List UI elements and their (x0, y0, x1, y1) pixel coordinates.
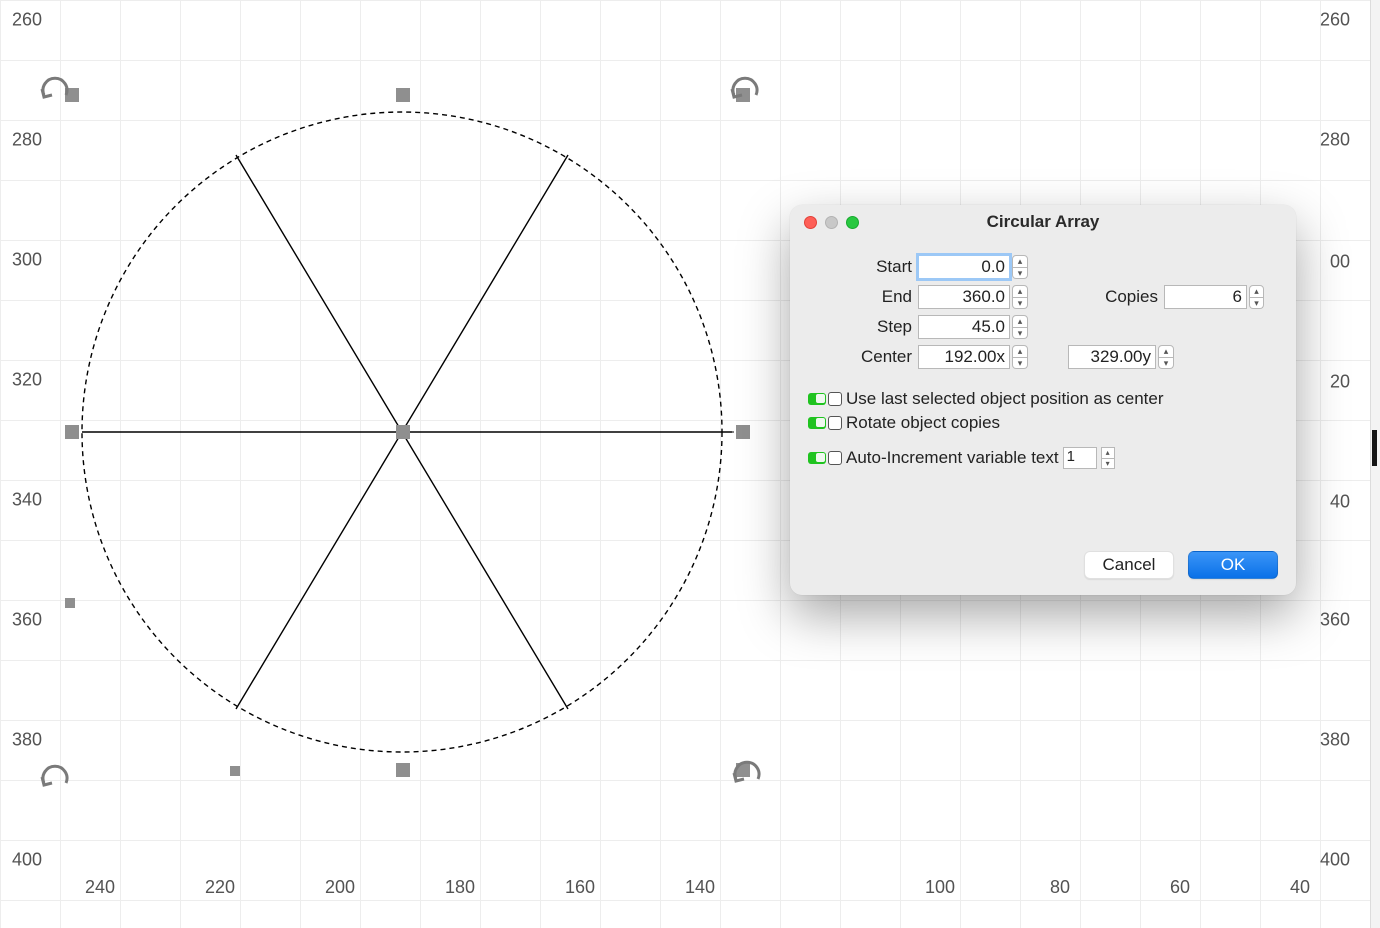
toggle-use-last[interactable]: Use last selected object position as cen… (808, 389, 1278, 409)
auto-increment-label: Auto-Increment variable text (846, 448, 1059, 468)
selected-object[interactable] (70, 85, 770, 810)
center-label: Center (808, 347, 918, 367)
copies-field[interactable]: 6 (1164, 285, 1247, 309)
end-stepper[interactable]: ▴▾ (1012, 285, 1028, 309)
center-x-field[interactable]: 192.00x (918, 345, 1010, 369)
step-label: Step (808, 317, 918, 337)
rotate-handle-icon[interactable] (40, 761, 70, 796)
selection-handle[interactable] (230, 766, 240, 776)
ruler-tick-left: 320 (12, 370, 42, 391)
ruler-tick-left: 360 (12, 610, 42, 631)
selection-handle[interactable] (65, 598, 75, 608)
use-last-label: Use last selected object position as cen… (846, 389, 1164, 409)
ruler-tick-bottom: 40 (1290, 877, 1310, 898)
auto-increment-field[interactable]: 1 (1063, 447, 1097, 469)
toggle-auto-increment[interactable]: Auto-Increment variable text 1 ▴▾ (808, 447, 1278, 469)
ruler-tick-right: 280 (1320, 130, 1350, 151)
rotate-handle-icon[interactable] (732, 757, 762, 792)
ruler-tick-bottom: 240 (85, 877, 115, 898)
end-field[interactable]: 360.0 (918, 285, 1010, 309)
ruler-tick-bottom: 180 (445, 877, 475, 898)
ruler-tick-right: 400 (1320, 850, 1350, 871)
switch-on-icon (808, 452, 826, 464)
ruler-tick-left: 380 (12, 730, 42, 751)
rotate-copies-label: Rotate object copies (846, 413, 1000, 433)
auto-increment-stepper[interactable]: ▴▾ (1101, 447, 1115, 469)
step-field[interactable]: 45.0 (918, 315, 1010, 339)
rotate-handle-icon[interactable] (730, 73, 760, 108)
cancel-button[interactable]: Cancel (1084, 551, 1174, 579)
selection-handle[interactable] (396, 763, 410, 777)
rotate-handle-icon[interactable] (40, 73, 70, 108)
selection-handle[interactable] (396, 88, 410, 102)
selection-handle[interactable] (396, 425, 410, 439)
ruler-tick-bottom: 160 (565, 877, 595, 898)
ruler-tick-bottom: 80 (1050, 877, 1070, 898)
switch-on-icon (808, 393, 826, 405)
dialog-titlebar[interactable]: Circular Array (790, 205, 1296, 239)
ruler-tick-left: 300 (12, 250, 42, 271)
center-x-stepper[interactable]: ▴▾ (1012, 345, 1028, 369)
side-tab[interactable] (1372, 430, 1377, 466)
selection-handle[interactable] (65, 425, 79, 439)
circular-array-dialog: Circular Array Start 0.0 ▴▾ End 360.0 ▴▾… (790, 205, 1296, 595)
step-stepper[interactable]: ▴▾ (1012, 315, 1028, 339)
copies-stepper[interactable]: ▴▾ (1249, 285, 1264, 309)
ruler-tick-right: 360 (1320, 610, 1350, 631)
checkbox-icon (828, 392, 842, 406)
end-label: End (808, 287, 918, 307)
ruler-tick-left: 340 (12, 490, 42, 511)
ruler-tick-bottom: 200 (325, 877, 355, 898)
ok-button[interactable]: OK (1188, 551, 1278, 579)
ruler-tick-left: 280 (12, 130, 42, 151)
switch-on-icon (808, 417, 826, 429)
ruler-tick-right: 20 (1330, 372, 1350, 393)
center-y-stepper[interactable]: ▴▾ (1158, 345, 1174, 369)
ruler-tick-right: 00 (1330, 252, 1350, 273)
start-field[interactable]: 0.0 (918, 255, 1010, 279)
checkbox-icon (828, 416, 842, 430)
dialog-title: Circular Array (790, 212, 1296, 232)
copies-label: Copies (1068, 287, 1164, 307)
ruler-tick-left: 260 (12, 10, 42, 31)
ruler-tick-left: 400 (12, 850, 42, 871)
ruler-tick-right: 40 (1330, 492, 1350, 513)
ruler-tick-right: 380 (1320, 730, 1350, 751)
ruler-tick-right: 260 (1320, 10, 1350, 31)
start-label: Start (808, 257, 918, 277)
ruler-tick-bottom: 220 (205, 877, 235, 898)
checkbox-icon (828, 451, 842, 465)
center-y-field[interactable]: 329.00y (1068, 345, 1156, 369)
toggle-rotate-copies[interactable]: Rotate object copies (808, 413, 1278, 433)
ruler-tick-bottom: 60 (1170, 877, 1190, 898)
start-stepper[interactable]: ▴▾ (1012, 255, 1028, 279)
ruler-tick-bottom: 140 (685, 877, 715, 898)
selection-handle[interactable] (736, 425, 750, 439)
ruler-tick-bottom: 100 (925, 877, 955, 898)
